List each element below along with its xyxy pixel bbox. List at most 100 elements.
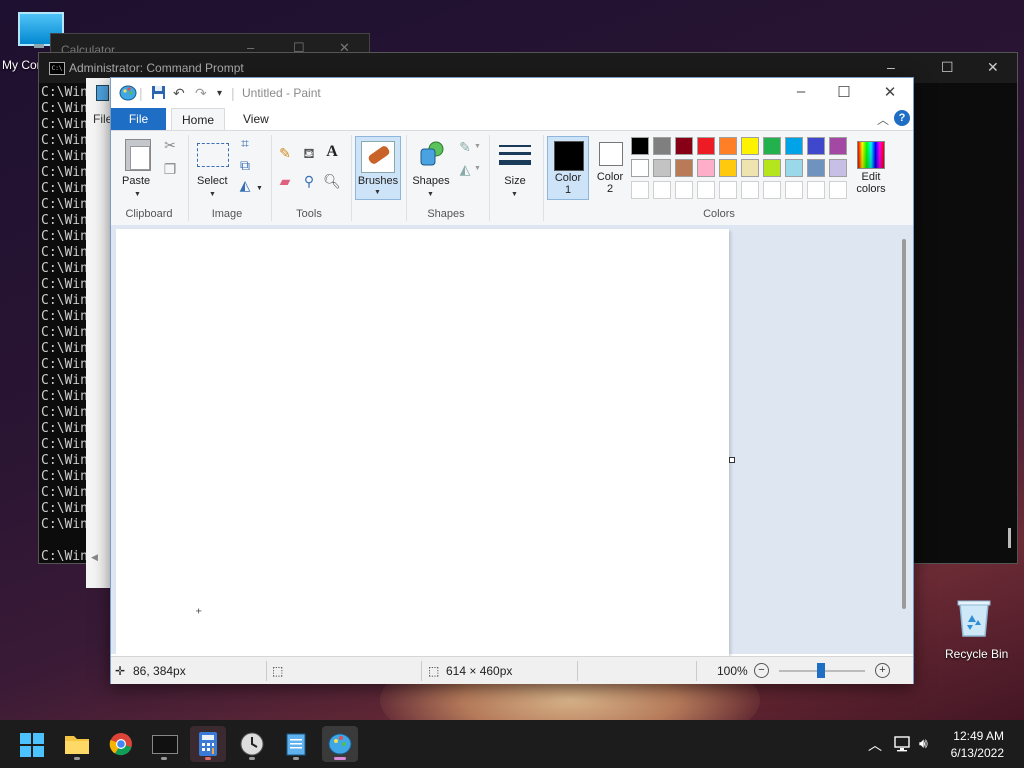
maximize-icon[interactable]: ☐ xyxy=(941,59,954,76)
zoom-in-button[interactable]: + xyxy=(875,663,890,678)
palette-color-swatch[interactable] xyxy=(631,159,649,177)
line-size-icon xyxy=(499,145,531,165)
palette-color-swatch[interactable] xyxy=(763,181,781,199)
taskbar-file-explorer[interactable] xyxy=(59,726,95,762)
running-indicator xyxy=(293,757,299,760)
color1-label-line: Color xyxy=(554,172,582,184)
taskbar-notepad[interactable] xyxy=(278,726,314,762)
start-button[interactable] xyxy=(20,733,44,757)
taskbar-calculator[interactable] xyxy=(190,726,226,762)
palette-color-swatch[interactable] xyxy=(785,137,803,155)
taskbar-paint[interactable] xyxy=(322,726,358,762)
tab-home[interactable]: Home xyxy=(171,108,226,131)
palette-color-swatch[interactable] xyxy=(741,137,759,155)
fill-bucket-icon[interactable]: ⛾ xyxy=(300,145,318,164)
color2-label-line: 2 xyxy=(606,183,614,195)
scroll-left-icon[interactable]: ◀ xyxy=(91,552,98,563)
resize-icon[interactable]: ⧉ xyxy=(236,157,254,174)
outline-icon[interactable]: ✎ xyxy=(456,139,474,156)
pencil-icon[interactable]: ✎ xyxy=(276,145,294,162)
minimize-icon[interactable]: – xyxy=(887,59,895,75)
computer-stand xyxy=(34,44,44,48)
canvas-size: 614 × 460px xyxy=(446,664,513,678)
palette-color-swatch[interactable] xyxy=(719,181,737,199)
zoom-out-button[interactable]: − xyxy=(754,663,769,678)
crop-icon[interactable]: ⌗ xyxy=(236,135,254,152)
paint-window[interactable]: | ↶ ↷ ▾ | Untitled - Paint – ☐ ✕ File Ho… xyxy=(110,77,914,684)
palette-color-swatch[interactable] xyxy=(719,137,737,155)
tab-view[interactable]: View xyxy=(233,108,279,130)
volume-icon[interactable]: 🔊︎ xyxy=(919,735,928,752)
window-titlebar[interactable]: | ↶ ↷ ▾ | Untitled - Paint – ☐ ✕ xyxy=(111,78,913,108)
canvas-resize-handle[interactable] xyxy=(729,457,735,463)
minimize-icon[interactable]: – xyxy=(791,83,811,100)
palette-color-swatch[interactable] xyxy=(785,159,803,177)
palette-color-swatch[interactable] xyxy=(741,181,759,199)
quick-access-dropdown-icon[interactable]: ▾ xyxy=(217,88,222,99)
taskbar-chrome[interactable] xyxy=(103,726,139,762)
palette-color-swatch[interactable] xyxy=(763,159,781,177)
canvas-size-icon: ⬚ xyxy=(428,664,440,678)
color2-label-line: Color xyxy=(596,171,624,183)
cut-icon[interactable]: ✂ xyxy=(161,137,179,154)
palette-color-swatch[interactable] xyxy=(807,159,825,177)
copy-icon[interactable]: ❐ xyxy=(161,161,179,178)
magnifier-icon[interactable]: 🔍︎ xyxy=(323,173,341,190)
rotate-icon[interactable]: ◭ xyxy=(236,177,254,194)
palette-color-swatch[interactable] xyxy=(697,137,715,155)
tab-file[interactable]: File xyxy=(111,108,166,130)
palette-color-swatch[interactable] xyxy=(675,137,693,155)
windows-logo-icon xyxy=(33,746,44,757)
scrollbar-thumb[interactable] xyxy=(1008,528,1011,548)
text-tool-icon[interactable]: A xyxy=(323,143,341,161)
shape-fill-icon[interactable]: ◭ xyxy=(456,161,474,178)
close-icon[interactable]: ✕ xyxy=(880,83,900,101)
taskbar-clock[interactable] xyxy=(234,726,270,762)
palette-color-swatch[interactable] xyxy=(653,181,671,199)
shapes-icon xyxy=(420,141,444,166)
eraser-icon[interactable]: ▰ xyxy=(276,173,294,190)
palette-color-swatch[interactable] xyxy=(675,159,693,177)
help-icon[interactable]: ? xyxy=(894,110,910,126)
palette-color-swatch[interactable] xyxy=(719,159,737,177)
zoom-slider-thumb[interactable] xyxy=(817,663,825,678)
palette-color-swatch[interactable] xyxy=(741,159,759,177)
drawing-canvas[interactable] xyxy=(116,229,729,659)
palette-color-swatch[interactable] xyxy=(807,181,825,199)
status-separator xyxy=(696,661,697,681)
palette-color-swatch[interactable] xyxy=(653,159,671,177)
color-picker-icon[interactable]: ⚲ xyxy=(300,173,318,190)
taskbar-clock-display[interactable]: 12:49 AM 6/13/2022 xyxy=(940,728,1004,762)
taskbar-terminal[interactable] xyxy=(146,726,182,762)
brushes-button[interactable]: Brushes ▼ xyxy=(355,136,401,200)
color1-button[interactable]: Color 1 xyxy=(547,136,589,200)
undo-icon[interactable]: ↶ xyxy=(173,85,185,102)
brush-icon xyxy=(361,141,395,173)
close-icon[interactable]: ✕ xyxy=(987,59,999,76)
maximize-icon[interactable]: ☐ xyxy=(834,83,854,101)
palette-color-swatch[interactable] xyxy=(829,181,847,199)
palette-color-swatch[interactable] xyxy=(807,137,825,155)
palette-color-swatch[interactable] xyxy=(697,181,715,199)
palette-color-swatch[interactable] xyxy=(631,181,649,199)
collapse-ribbon-icon[interactable]: ︿ xyxy=(877,111,889,128)
palette-color-swatch[interactable] xyxy=(697,159,715,177)
palette-color-swatch[interactable] xyxy=(675,181,693,199)
palette-color-swatch[interactable] xyxy=(763,137,781,155)
color1-label: Color 1 xyxy=(548,172,588,196)
save-icon[interactable] xyxy=(151,85,166,100)
vertical-scrollbar[interactable] xyxy=(902,239,906,609)
palette-color-swatch[interactable] xyxy=(653,137,671,155)
redo-icon[interactable]: ↷ xyxy=(195,85,207,102)
chevron-down-icon[interactable]: ▼ xyxy=(474,143,481,150)
palette-color-swatch[interactable] xyxy=(829,137,847,155)
chevron-down-icon[interactable]: ▼ xyxy=(474,165,481,172)
palette-color-swatch[interactable] xyxy=(785,181,803,199)
select-label: Select xyxy=(197,175,228,187)
status-separator xyxy=(266,661,267,681)
palette-color-swatch[interactable] xyxy=(631,137,649,155)
chevron-down-icon[interactable]: ▼ xyxy=(256,185,263,192)
show-hidden-icons-icon[interactable]: ︿ xyxy=(868,735,882,755)
palette-color-swatch[interactable] xyxy=(829,159,847,177)
network-icon[interactable] xyxy=(894,736,912,752)
